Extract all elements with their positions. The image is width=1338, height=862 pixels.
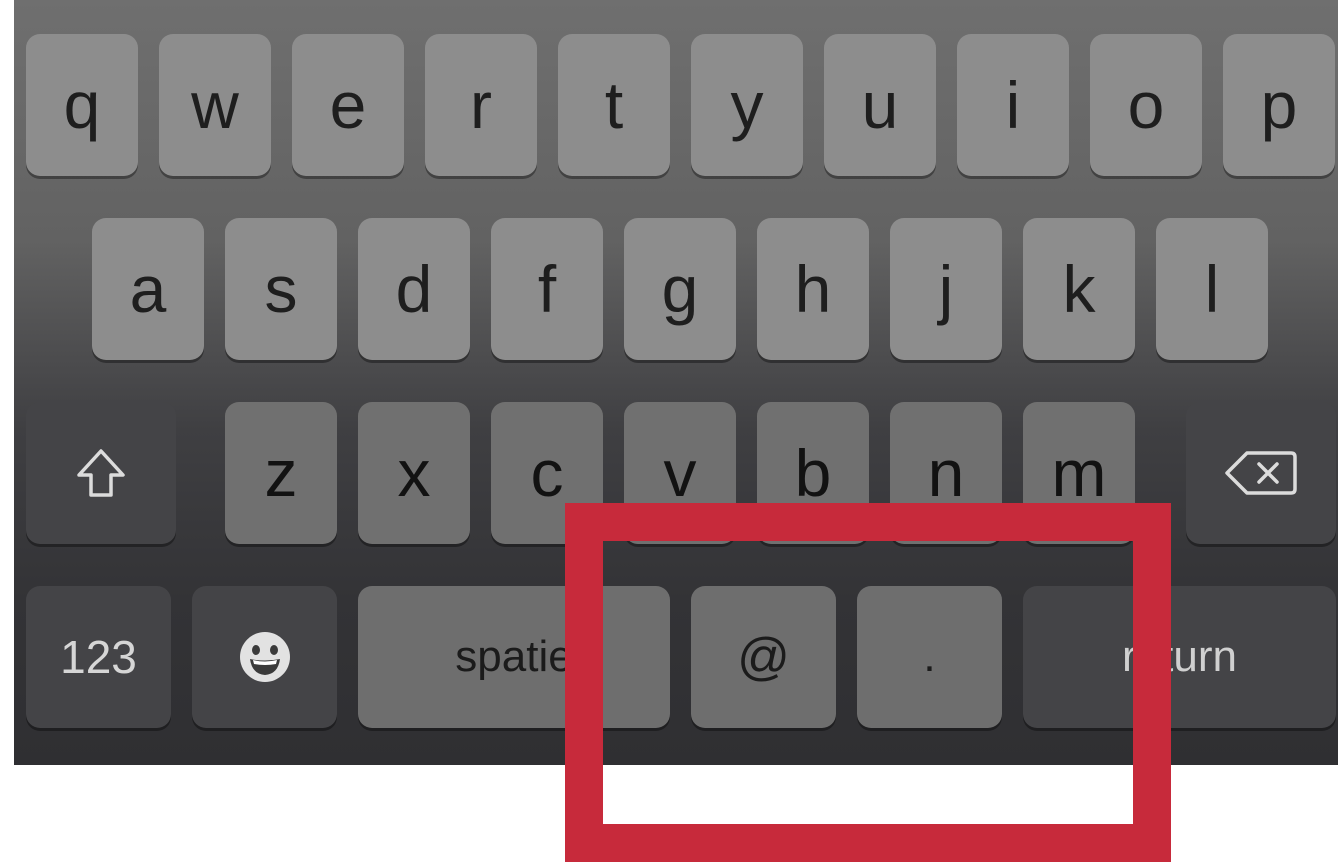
key-n[interactable]: n <box>890 402 1002 544</box>
emoji-key[interactable] <box>192 586 337 728</box>
backspace-icon <box>1223 447 1299 499</box>
key-u[interactable]: u <box>824 34 936 176</box>
key-label: c <box>530 436 564 510</box>
key-label: e <box>329 68 367 142</box>
dot-key-label: . <box>923 632 936 681</box>
key-b[interactable]: b <box>757 402 869 544</box>
key-l[interactable]: l <box>1156 218 1268 360</box>
key-h[interactable]: h <box>757 218 869 360</box>
key-label: b <box>794 436 832 510</box>
key-label: d <box>395 252 433 326</box>
key-s[interactable]: s <box>225 218 337 360</box>
key-label: p <box>1260 68 1298 142</box>
return-key-label: return <box>1122 632 1237 681</box>
key-label: j <box>938 252 954 326</box>
key-m[interactable]: m <box>1023 402 1135 544</box>
key-label: z <box>264 436 298 510</box>
key-x[interactable]: x <box>358 402 470 544</box>
shift-arrow-icon <box>73 445 129 501</box>
return-key[interactable]: return <box>1023 586 1336 728</box>
space-key-label: spatie <box>455 632 573 681</box>
key-label: q <box>63 68 101 142</box>
key-label: l <box>1204 252 1220 326</box>
key-f[interactable]: f <box>491 218 603 360</box>
at-key[interactable]: @ <box>691 586 836 728</box>
key-label: a <box>129 252 167 326</box>
key-z[interactable]: z <box>225 402 337 544</box>
key-a[interactable]: a <box>92 218 204 360</box>
key-d[interactable]: d <box>358 218 470 360</box>
backspace-key[interactable] <box>1186 402 1336 544</box>
numbers-key[interactable]: 123 <box>26 586 171 728</box>
numbers-key-label: 123 <box>60 631 137 683</box>
key-label: k <box>1062 252 1096 326</box>
key-g[interactable]: g <box>624 218 736 360</box>
key-label: w <box>191 68 239 142</box>
key-p[interactable]: p <box>1223 34 1335 176</box>
key-label: y <box>730 68 764 142</box>
key-v[interactable]: v <box>624 402 736 544</box>
key-e[interactable]: e <box>292 34 404 176</box>
key-label: s <box>264 252 298 326</box>
key-c[interactable]: c <box>491 402 603 544</box>
key-r[interactable]: r <box>425 34 537 176</box>
key-label: m <box>1051 436 1107 510</box>
key-o[interactable]: o <box>1090 34 1202 176</box>
emoji-smiley-icon <box>237 629 293 685</box>
key-q[interactable]: q <box>26 34 138 176</box>
key-w[interactable]: w <box>159 34 271 176</box>
space-key[interactable]: spatie <box>358 586 670 728</box>
key-label: f <box>537 252 557 326</box>
key-label: o <box>1127 68 1165 142</box>
key-label: h <box>794 252 832 326</box>
key-label: g <box>661 252 699 326</box>
key-label: t <box>604 68 624 142</box>
key-label: r <box>470 68 492 142</box>
key-label: u <box>861 68 899 142</box>
key-y[interactable]: y <box>691 34 803 176</box>
key-i[interactable]: i <box>957 34 1069 176</box>
key-k[interactable]: k <box>1023 218 1135 360</box>
key-label: v <box>663 436 697 510</box>
at-key-label: @ <box>737 628 790 686</box>
shift-key[interactable] <box>26 402 176 544</box>
key-t[interactable]: t <box>558 34 670 176</box>
key-label: i <box>1005 68 1021 142</box>
dot-key[interactable]: . <box>857 586 1002 728</box>
key-j[interactable]: j <box>890 218 1002 360</box>
key-label: n <box>927 436 965 510</box>
keyboard: q w e r t y u i o p a s d f g h j k l z … <box>14 0 1338 765</box>
key-label: x <box>397 436 431 510</box>
